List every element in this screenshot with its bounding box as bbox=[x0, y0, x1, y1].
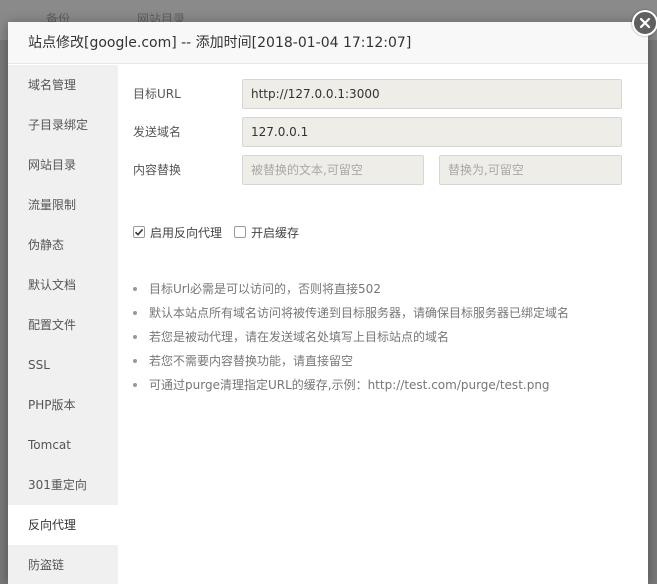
enable-cache-checkbox[interactable]: 开启缓存 bbox=[234, 224, 299, 241]
sidebar-item-reverse-proxy[interactable]: 反向代理 bbox=[8, 505, 118, 545]
sidebar-item-label: 域名管理 bbox=[28, 78, 77, 92]
sidebar-item-traffic-limit[interactable]: 流量限制 bbox=[8, 185, 118, 225]
dialog-sidebar: 域名管理 子目录绑定 网站目录 流量限制 伪静态 默认文档 配置文件 SSL P… bbox=[8, 65, 118, 584]
site-edit-dialog: 站点修改[google.com] -- 添加时间[2018-01-04 17:1… bbox=[8, 22, 648, 584]
send-domain-label: 发送域名 bbox=[133, 125, 182, 139]
sidebar-item-php-version[interactable]: PHP版本 bbox=[8, 385, 118, 425]
sidebar-item-label: 防盗链 bbox=[28, 558, 65, 572]
sidebar-item-hotlink-protection[interactable]: 防盗链 bbox=[8, 545, 118, 584]
sidebar-item-domain-management[interactable]: 域名管理 bbox=[8, 65, 118, 105]
sidebar-item-label: PHP版本 bbox=[28, 398, 76, 412]
checkbox-checked[interactable] bbox=[133, 226, 145, 238]
sidebar-item-subdirectory-binding[interactable]: 子目录绑定 bbox=[8, 105, 118, 145]
checkmark-icon bbox=[134, 228, 144, 236]
sidebar-item-rewrite[interactable]: 伪静态 bbox=[8, 225, 118, 265]
target-url-label: 目标URL bbox=[133, 87, 181, 101]
bullet-icon bbox=[133, 359, 137, 363]
target-url-row: 目标URL bbox=[118, 79, 648, 109]
bullet-icon bbox=[133, 311, 137, 315]
sidebar-item-config-file[interactable]: 配置文件 bbox=[8, 305, 118, 345]
sidebar-item-site-directory[interactable]: 网站目录 bbox=[8, 145, 118, 185]
dialog-title: 站点修改[google.com] -- 添加时间[2018-01-04 17:1… bbox=[8, 22, 648, 64]
close-icon bbox=[639, 17, 651, 29]
content-replace-label: 内容替换 bbox=[133, 163, 182, 177]
sidebar-item-label: SSL bbox=[28, 358, 50, 372]
list-item: 目标Url必需是可以访问的，否则将直接502 bbox=[133, 277, 638, 301]
bullet-icon bbox=[133, 335, 137, 339]
sidebar-item-label: 伪静态 bbox=[28, 238, 65, 252]
target-url-input[interactable] bbox=[242, 79, 622, 109]
sidebar-item-label: 默认文档 bbox=[28, 278, 77, 292]
enable-proxy-checkbox[interactable]: 启用反向代理 bbox=[133, 224, 222, 241]
sidebar-item-301-redirect[interactable]: 301重定向 bbox=[8, 465, 118, 505]
proxy-options: 启用反向代理 开启缓存 bbox=[133, 223, 311, 241]
list-item: 可通过purge清理指定URL的缓存,示例：http://test.com/pu… bbox=[133, 373, 638, 397]
sidebar-item-label: 流量限制 bbox=[28, 198, 77, 212]
list-item: 若您是被动代理，请在发送域名处填写上目标站点的域名 bbox=[133, 325, 638, 349]
sidebar-item-label: 子目录绑定 bbox=[28, 118, 89, 132]
sidebar-item-ssl[interactable]: SSL bbox=[8, 345, 118, 385]
send-domain-row: 发送域名 bbox=[118, 117, 648, 147]
replace-to-input[interactable] bbox=[439, 155, 622, 185]
close-button[interactable] bbox=[632, 10, 657, 36]
sidebar-item-label: 301重定向 bbox=[28, 478, 87, 492]
enable-proxy-label: 启用反向代理 bbox=[150, 225, 223, 240]
help-tips-list: 目标Url必需是可以访问的，否则将直接502 默认本站点所有域名访问将被传递到目… bbox=[133, 277, 638, 397]
enable-cache-label: 开启缓存 bbox=[251, 225, 300, 240]
checkbox-unchecked[interactable] bbox=[234, 226, 247, 238]
sidebar-item-label: 配置文件 bbox=[28, 318, 77, 332]
bullet-icon bbox=[133, 287, 137, 291]
list-item: 若您不需要内容替换功能，请直接留空 bbox=[133, 349, 638, 373]
send-domain-input[interactable] bbox=[242, 117, 622, 147]
bullet-icon bbox=[133, 383, 137, 387]
sidebar-item-label: 网站目录 bbox=[28, 158, 77, 172]
sidebar-item-label: Tomcat bbox=[28, 438, 71, 452]
list-item: 默认本站点所有域名访问将被传递到目标服务器，请确保目标服务器已绑定域名 bbox=[133, 301, 638, 325]
sidebar-item-default-document[interactable]: 默认文档 bbox=[8, 265, 118, 305]
content-replace-row: 内容替换 bbox=[118, 155, 648, 185]
sidebar-item-label: 反向代理 bbox=[28, 518, 77, 532]
replace-from-input[interactable] bbox=[242, 155, 424, 185]
reverse-proxy-panel: 目标URL 发送域名 内容替换 启用反向代理 开启缓存 bbox=[118, 65, 648, 584]
sidebar-item-tomcat[interactable]: Tomcat bbox=[8, 425, 118, 465]
